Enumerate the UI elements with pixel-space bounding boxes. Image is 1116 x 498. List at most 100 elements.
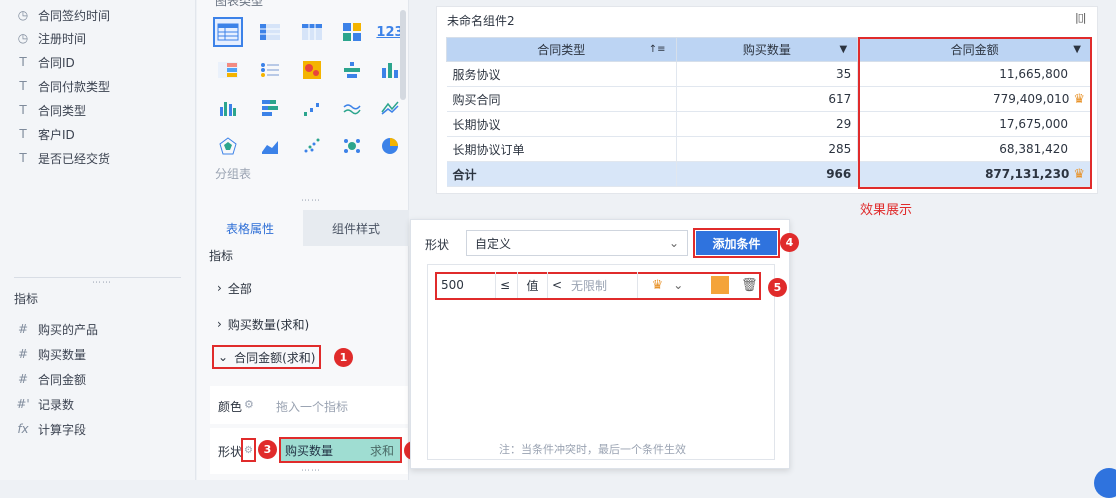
text-field-icon: T xyxy=(19,55,27,69)
text-field-icon: T xyxy=(19,127,27,141)
radar-chart-icon[interactable] xyxy=(213,131,243,161)
number-field-icon: # xyxy=(17,322,29,336)
column-header[interactable]: 购买数量 ▼ xyxy=(675,37,859,62)
prop-qty-sum[interactable]: › 购买数量(求和) xyxy=(217,312,309,336)
color-placeholder: 拖入一个指标 xyxy=(276,400,349,414)
heatmap-icon[interactable] xyxy=(297,55,327,85)
tab-table-props[interactable]: 表格属性 xyxy=(197,210,303,246)
cell-qty: 617 xyxy=(676,86,859,112)
dimension-field[interactable]: ◷ 注册时间 xyxy=(16,28,86,48)
column-header[interactable]: 合同类型 ↑≡ xyxy=(446,37,677,62)
measure-field[interactable]: # 购买数量 xyxy=(16,344,86,364)
dimension-field[interactable]: ◷ 合同签约时间 xyxy=(16,5,110,25)
shape-field-pill[interactable]: 购买数量 求和 xyxy=(279,437,402,463)
table-chart-icon[interactable] xyxy=(213,17,243,47)
color-label: 颜色 xyxy=(218,400,243,414)
measure-field[interactable]: # 购买的产品 xyxy=(16,319,98,339)
annotation-badge: 4 xyxy=(780,233,799,252)
sort-icon[interactable]: ↑≡ xyxy=(649,44,666,55)
chevron-down-icon: ⌄ xyxy=(218,350,229,364)
chart-group-label: 分组表 xyxy=(215,167,252,181)
pill-agg: 求和 xyxy=(369,443,394,458)
chart-config-panel: 图表类型 123 分组表 ⋯⋯ 表格属性 组件样式 指标 › 全部 › 购买数量… xyxy=(197,0,423,480)
progress-table-icon[interactable] xyxy=(255,55,285,85)
dimension-field[interactable]: T 客户ID xyxy=(16,124,74,144)
stacked-bar-icon[interactable] xyxy=(255,93,285,123)
text-field-icon: T xyxy=(19,103,27,117)
widget-title: 未命名组件2 xyxy=(447,14,515,28)
number-field-icon: # xyxy=(17,372,29,386)
cell-type: 长期协议 xyxy=(446,111,677,137)
pie-chart-icon[interactable] xyxy=(375,131,405,161)
measure-field[interactable]: # 合同金额 xyxy=(16,369,86,389)
shape-label: 形状 xyxy=(218,445,243,459)
resize-handle[interactable]: ⋯⋯ xyxy=(301,467,321,476)
condition-mid-label: 值 xyxy=(517,272,547,298)
shape-gear-icon[interactable]: ⚙ xyxy=(241,438,256,462)
annotation-badge: 1 xyxy=(334,348,353,367)
kpi-card-icon[interactable] xyxy=(337,17,367,47)
number-field-icon: # xyxy=(17,347,29,361)
chevron-right-icon: › xyxy=(217,317,222,331)
data-fields-panel: ◷ 合同签约时间 ◷ 注册时间 T 合同ID T 合同付款类型 T 合同类型 T 客户ID … xyxy=(0,0,196,480)
swatch-fill xyxy=(711,276,729,294)
cell-qty: 35 xyxy=(676,61,859,87)
resize-handle[interactable]: ⋯⋯ xyxy=(92,279,112,288)
shape-picker[interactable]: ♛ ⌄ xyxy=(637,272,697,298)
measures-title: 指标 xyxy=(14,291,39,306)
chevron-down-icon: ⌄ xyxy=(668,236,679,250)
section-label: 指标 xyxy=(209,249,234,263)
scrollbar[interactable] xyxy=(400,10,406,100)
detail-table-icon[interactable] xyxy=(297,17,327,47)
dimension-field[interactable]: T 是否已经交货 xyxy=(16,148,110,168)
widget-menu-icon[interactable]: |▯| xyxy=(1075,11,1087,24)
dimension-field[interactable]: T 合同ID xyxy=(16,52,74,72)
tab-widget-style[interactable]: 组件样式 xyxy=(303,210,409,246)
condition-value-input[interactable]: 500 xyxy=(441,272,493,298)
formula-icon: fx xyxy=(17,422,29,436)
property-tabs: 表格属性 组件样式 xyxy=(197,210,409,246)
record-count-icon: #' xyxy=(16,397,30,411)
cell-total-label: 合计 xyxy=(446,161,677,187)
scatter-bar-icon[interactable] xyxy=(297,93,327,123)
delete-icon[interactable]: 🗑 xyxy=(741,272,758,298)
cell-type: 长期协议订单 xyxy=(446,136,677,162)
operator-select[interactable]: < xyxy=(547,272,569,298)
prop-amount-sum[interactable]: ⌄ 合同金额(求和) xyxy=(212,345,322,369)
measure-field[interactable]: fx 计算字段 xyxy=(16,419,86,439)
text-field-icon: T xyxy=(19,79,27,93)
dimension-field[interactable]: T 合同付款类型 xyxy=(16,76,110,96)
crown-icon: ♛ xyxy=(651,277,664,293)
limit-input[interactable]: 无限制 xyxy=(571,272,627,298)
highlight-box xyxy=(858,37,1092,189)
help-bubble[interactable] xyxy=(1094,468,1116,498)
chart-type-header: 图表类型 xyxy=(215,0,264,8)
scatter-chart-icon[interactable] xyxy=(297,131,327,161)
measure-field[interactable]: #' 记录数 xyxy=(16,394,74,414)
rect-tree-icon[interactable] xyxy=(337,55,367,85)
column-chart-icon[interactable] xyxy=(213,93,243,123)
chevron-right-icon: › xyxy=(217,281,222,295)
clock-icon: ◷ xyxy=(17,8,29,22)
effect-label: 效果展示 xyxy=(860,203,913,218)
cross-table-icon[interactable] xyxy=(255,17,285,47)
dropdown-arrow-icon[interactable]: ▼ xyxy=(840,44,848,55)
dimension-field[interactable]: T 合同类型 xyxy=(16,100,86,120)
operator-select[interactable]: ≤ xyxy=(495,272,517,298)
line-chart-icon[interactable] xyxy=(337,93,367,123)
add-condition-button[interactable]: 添加条件 xyxy=(693,228,780,258)
color-swatch[interactable] xyxy=(711,272,729,298)
clock-icon: ◷ xyxy=(17,31,29,45)
heat-table-icon[interactable] xyxy=(213,55,243,85)
prop-all[interactable]: › 全部 xyxy=(217,276,252,300)
shape-condition-popup: 形状 自定义 ⌄ 添加条件 4 500 ≤ 值 < 无限制 ♛ ⌄ 🗑 5 注：… xyxy=(410,219,799,469)
annotation-badge: 5 xyxy=(768,278,787,297)
shape-select[interactable]: 自定义 ⌄ xyxy=(466,230,688,256)
gear-icon[interactable]: ⚙ xyxy=(244,398,254,411)
area-chart-icon[interactable] xyxy=(255,131,285,161)
cell-total-qty: 966 xyxy=(676,161,859,187)
popup-shape-label: 形状 xyxy=(425,238,450,252)
chevron-down-icon: ⌄ xyxy=(673,278,684,292)
resize-handle[interactable]: ⋯⋯ xyxy=(301,197,321,206)
bubble-chart-icon[interactable] xyxy=(337,131,367,161)
